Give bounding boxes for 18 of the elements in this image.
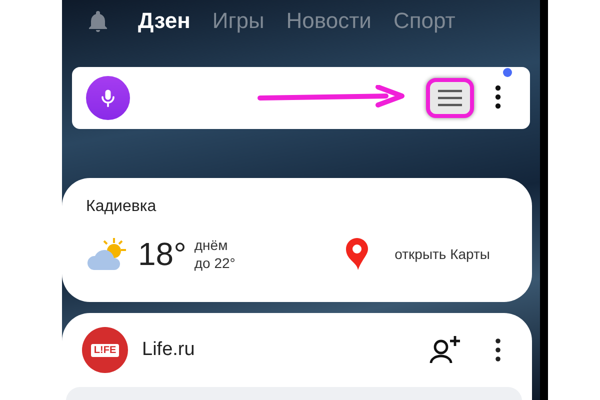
tab[interactable]: Дзен bbox=[138, 8, 190, 34]
forecast-high: до 22° bbox=[194, 254, 236, 272]
source-logo: L!FE bbox=[82, 327, 128, 373]
open-maps-link[interactable]: открыть Карты bbox=[394, 246, 490, 262]
temperature: 18° bbox=[138, 236, 186, 272]
tab[interactable]: Игры bbox=[212, 8, 264, 34]
source-name: Life.ru bbox=[142, 339, 195, 361]
tab[interactable]: Новости bbox=[286, 8, 372, 34]
bell-icon[interactable] bbox=[86, 8, 110, 34]
search-bar[interactable] bbox=[72, 67, 530, 129]
city-name: Кадиевка bbox=[86, 198, 158, 216]
microphone-button[interactable] bbox=[86, 76, 130, 120]
tab[interactable]: Спорт bbox=[393, 8, 456, 34]
add-person-icon[interactable] bbox=[428, 335, 462, 365]
more-icon[interactable] bbox=[494, 337, 502, 363]
forecast-period: днём bbox=[194, 236, 229, 254]
map-pin-icon bbox=[344, 237, 369, 271]
menu-button[interactable] bbox=[426, 78, 474, 118]
